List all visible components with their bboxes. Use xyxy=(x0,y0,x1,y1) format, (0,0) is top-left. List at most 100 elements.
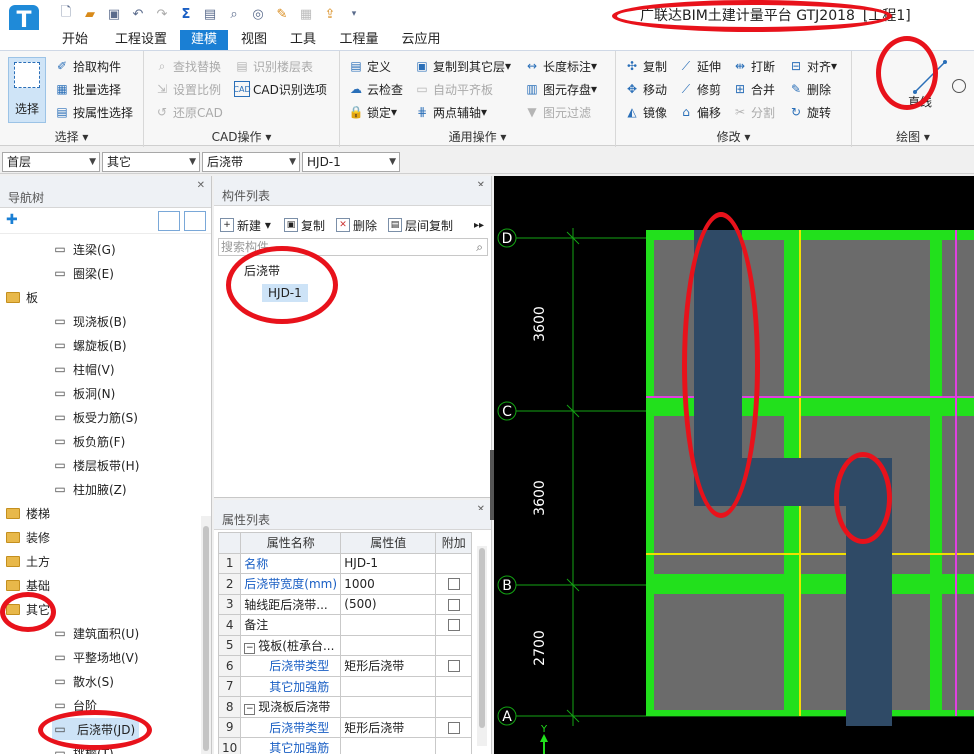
select-button[interactable]: 选择 xyxy=(8,57,46,123)
property-value[interactable] xyxy=(340,614,437,636)
extend-button[interactable]: ⟋ 延伸 xyxy=(678,56,721,76)
report-icon[interactable]: ▤ xyxy=(200,4,220,24)
property-row[interactable]: 6 后浇带类型 矩形后浇带 xyxy=(217,655,473,677)
nav-folder[interactable]: 土方 xyxy=(6,550,50,572)
cad-group-label[interactable]: CAD操作 ▾ xyxy=(144,128,339,145)
attach-checkbox[interactable] xyxy=(447,721,460,734)
property-value[interactable]: 矩形后浇带 xyxy=(340,655,437,677)
more-icon[interactable]: ▾ xyxy=(344,4,364,24)
collapse-icon[interactable]: − xyxy=(244,642,256,654)
property-value[interactable] xyxy=(340,737,437,754)
modify-group-label[interactable]: 修改 ▾ xyxy=(616,128,851,145)
export-icon[interactable]: ⇪ xyxy=(320,4,340,24)
nav-item[interactable]: ▭ 螺旋板(B) xyxy=(52,334,126,356)
property-row[interactable]: 10 其它加强筋 xyxy=(217,737,473,754)
trim-button[interactable]: ⟋ 修剪 xyxy=(678,79,721,99)
property-row[interactable]: 7 其它加强筋 xyxy=(217,675,473,697)
attach-checkbox[interactable] xyxy=(447,660,460,673)
lock-button[interactable]: 🔒 锁定 ▾ xyxy=(348,102,398,122)
property-row[interactable]: 8− 现浇板后浇带 xyxy=(217,696,473,718)
nav-item[interactable]: ▭ 台阶 xyxy=(52,694,97,716)
draw-group-label[interactable]: 绘图 ▾ xyxy=(852,128,974,145)
property-value[interactable]: 矩形后浇带 xyxy=(340,716,437,738)
component-group[interactable]: 后浇带 xyxy=(244,262,280,279)
align-button[interactable]: ⊟ 对齐 ▾ xyxy=(788,56,837,76)
interfloor-copy-button[interactable]: ▤ 层间复制 xyxy=(388,214,453,236)
tab-tools[interactable]: 工具 xyxy=(282,30,324,50)
nav-scrollbar[interactable] xyxy=(201,516,211,754)
identify-floor-table-button[interactable]: ▤ 识别楼层表 xyxy=(234,56,313,76)
property-scrollbar[interactable] xyxy=(477,546,487,746)
nav-item[interactable]: ▭ 板洞(N) xyxy=(52,382,115,404)
property-value[interactable]: (500) xyxy=(340,593,437,615)
element-filter-button[interactable]: ▼ 图元过滤 xyxy=(524,102,591,122)
nav-folder[interactable]: 其它 xyxy=(6,598,50,620)
list-view-icon[interactable] xyxy=(158,211,180,231)
line-button[interactable]: 直线 xyxy=(908,93,932,110)
attach-checkbox[interactable] xyxy=(447,598,460,611)
collapse-icon[interactable]: − xyxy=(244,704,256,716)
nav-item[interactable]: ▭ 后浇带(JD) xyxy=(52,718,140,740)
select-group-label[interactable]: 选择 ▾ xyxy=(0,128,143,145)
find-replace-button[interactable]: ⌕ 查找替换 xyxy=(154,56,221,76)
merge-button[interactable]: ⊞ 合并 xyxy=(732,79,775,99)
property-value[interactable]: 1000 xyxy=(340,573,437,595)
component-item-hjd-1[interactable]: HJD-1 xyxy=(262,284,308,302)
set-scale-button[interactable]: ⇲ 设置比例 xyxy=(154,79,221,99)
property-row[interactable]: 2 后浇带宽度(mm) 1000 xyxy=(217,573,473,595)
attach-checkbox[interactable] xyxy=(447,619,460,632)
nav-item[interactable]: ▭ 板负筋(F) xyxy=(52,430,125,452)
nav-item[interactable]: ▭ 散水(S) xyxy=(52,670,114,692)
restore-cad-button[interactable]: ↺ 还原CAD xyxy=(154,102,223,122)
save-icon[interactable]: ▣ xyxy=(104,4,124,24)
nav-item[interactable]: ▭ 平整场地(V) xyxy=(52,646,138,668)
grid-icon[interactable]: ▦ xyxy=(296,4,316,24)
new-file-icon[interactable]: 🗋 xyxy=(56,4,76,24)
delete-component-button[interactable]: ✕ 删除 xyxy=(336,214,377,236)
nav-item[interactable]: ▭ 柱帽(V) xyxy=(52,358,114,380)
property-value[interactable] xyxy=(340,675,437,697)
move-button[interactable]: ✥ 移动 xyxy=(624,79,667,99)
redo-icon[interactable]: ↷ xyxy=(152,4,172,24)
more-tools-icon[interactable]: ▸▸ xyxy=(474,214,484,236)
tab-view[interactable]: 视图 xyxy=(234,30,274,50)
slab-d2[interactable] xyxy=(800,240,930,398)
property-value[interactable] xyxy=(340,696,437,718)
category-select[interactable]: 其它 ▼ xyxy=(102,152,200,172)
view-icon[interactable]: ◎ xyxy=(248,4,268,24)
nav-item[interactable]: ▭ 楼层板带(H) xyxy=(52,454,139,476)
card-view-icon[interactable] xyxy=(184,211,206,231)
copy-button[interactable]: ✣ 复制 xyxy=(624,56,667,76)
cloud-check-button[interactable]: ☁ 云检查 xyxy=(348,79,403,99)
post-cast-strip-vertical-lower[interactable] xyxy=(846,458,892,726)
attach-checkbox[interactable] xyxy=(447,578,460,591)
cad-options-button[interactable]: CAD CAD识别选项 xyxy=(233,79,327,99)
open-folder-icon[interactable]: ▰ xyxy=(80,4,100,24)
offset-button[interactable]: ⌂ 偏移 xyxy=(678,102,721,122)
sum-icon[interactable]: Σ xyxy=(176,4,196,24)
property-row[interactable]: 3 轴线距后浇带... (500) xyxy=(217,593,473,615)
slab-b1[interactable] xyxy=(654,594,784,710)
nav-folder[interactable]: 装修 xyxy=(6,526,50,548)
type-select[interactable]: 后浇带 ▼ xyxy=(202,152,300,172)
pick-component-button[interactable]: ✐ 拾取构件 xyxy=(54,56,121,76)
nav-item[interactable]: ▭ 板受力筋(S) xyxy=(52,406,138,428)
nav-folder[interactable]: 板 xyxy=(6,286,38,308)
find-icon[interactable]: ⌕ xyxy=(224,4,244,24)
select-by-property-button[interactable]: ▤ 按属性选择 xyxy=(54,102,133,122)
property-row[interactable]: 4 备注 xyxy=(217,614,473,636)
nav-item[interactable]: ▭ 柱加腋(Z) xyxy=(52,478,126,500)
property-scroll-thumb[interactable] xyxy=(479,548,485,728)
component-search-input[interactable]: 搜索构件... ⌕ xyxy=(218,238,488,256)
edit-icon[interactable]: ✎ xyxy=(272,4,292,24)
property-value[interactable]: HJD-1 xyxy=(340,552,437,574)
tab-project-settings[interactable]: 工程设置 xyxy=(108,30,174,50)
tab-cloud[interactable]: 云应用 xyxy=(394,30,448,50)
property-row[interactable]: 5− 筏板(桩承台... xyxy=(217,634,473,656)
undo-icon[interactable]: ↶ xyxy=(128,4,148,24)
copy-to-floor-button[interactable]: ▣ 复制到其它层 ▾ xyxy=(414,56,511,76)
nav-folder[interactable]: 楼梯 xyxy=(6,502,50,524)
length-dimension-button[interactable]: ↔ 长度标注 ▾ xyxy=(524,56,597,76)
floor-select[interactable]: 首层 ▼ xyxy=(2,152,100,172)
nav-item[interactable]: ▭ 建筑面积(U) xyxy=(52,622,139,644)
